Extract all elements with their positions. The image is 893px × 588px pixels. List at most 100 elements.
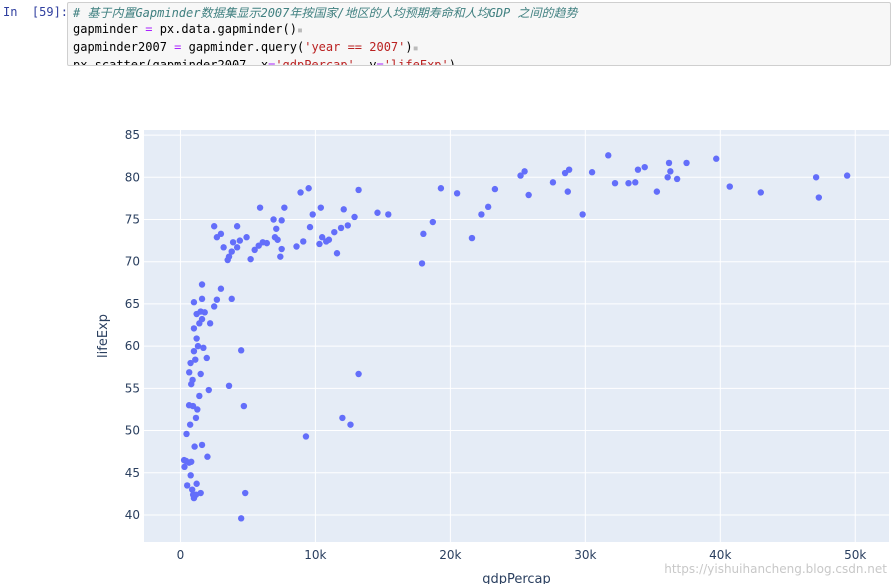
data-point[interactable] bbox=[237, 515, 245, 522]
data-point[interactable] bbox=[355, 186, 362, 194]
data-point[interactable] bbox=[344, 222, 351, 229]
data-point[interactable] bbox=[240, 402, 248, 410]
data-point[interactable] bbox=[281, 204, 288, 211]
data-point[interactable] bbox=[316, 240, 323, 248]
data-point[interactable] bbox=[611, 179, 619, 187]
data-point[interactable] bbox=[331, 228, 338, 236]
data-point[interactable] bbox=[300, 238, 307, 245]
data-point[interactable] bbox=[632, 179, 639, 186]
data-point[interactable] bbox=[189, 376, 196, 384]
data-point[interactable] bbox=[206, 320, 214, 327]
data-point[interactable] bbox=[233, 223, 241, 230]
data-point[interactable] bbox=[491, 185, 499, 193]
data-point[interactable] bbox=[242, 489, 249, 497]
data-point[interactable] bbox=[220, 244, 227, 251]
data-point[interactable] bbox=[634, 166, 642, 173]
data-point[interactable] bbox=[198, 441, 206, 449]
data-point[interactable] bbox=[192, 414, 200, 422]
data-point[interactable] bbox=[812, 174, 820, 181]
code-editor[interactable]: # 基于内置Gapminder数据集显示2007年按国家/地区的人均预期寿命和人… bbox=[67, 2, 891, 66]
data-point[interactable] bbox=[190, 299, 198, 306]
data-point[interactable] bbox=[525, 191, 532, 199]
plot-area[interactable] bbox=[144, 130, 889, 542]
data-point[interactable] bbox=[197, 370, 204, 378]
data-point[interactable] bbox=[191, 443, 198, 450]
data-point[interactable] bbox=[186, 369, 193, 376]
data-point[interactable] bbox=[340, 206, 347, 213]
data-point[interactable] bbox=[588, 169, 596, 176]
data-point[interactable] bbox=[347, 421, 354, 428]
data-point[interactable] bbox=[193, 335, 200, 342]
data-point[interactable] bbox=[815, 194, 823, 201]
data-point[interactable] bbox=[420, 230, 427, 238]
data-point[interactable] bbox=[188, 458, 195, 465]
data-point[interactable] bbox=[355, 370, 362, 378]
data-point[interactable] bbox=[665, 159, 673, 167]
data-point[interactable] bbox=[605, 152, 612, 159]
data-point[interactable] bbox=[196, 392, 203, 400]
data-point[interactable] bbox=[385, 211, 392, 218]
data-point[interactable] bbox=[228, 295, 235, 303]
data-point[interactable] bbox=[309, 211, 316, 218]
data-point[interactable] bbox=[306, 223, 314, 231]
data-point[interactable] bbox=[198, 315, 206, 323]
data-point[interactable] bbox=[565, 166, 573, 173]
data-point[interactable] bbox=[673, 175, 681, 183]
data-point[interactable] bbox=[190, 347, 198, 355]
data-point[interactable] bbox=[194, 342, 202, 350]
data-point[interactable] bbox=[229, 239, 237, 246]
data-point[interactable] bbox=[484, 203, 492, 211]
data-point[interactable] bbox=[236, 237, 244, 244]
data-point[interactable] bbox=[187, 472, 194, 479]
data-point[interactable] bbox=[190, 325, 198, 332]
data-point[interactable] bbox=[653, 188, 661, 195]
data-point[interactable] bbox=[200, 344, 207, 352]
data-point[interactable] bbox=[203, 354, 210, 362]
data-point[interactable] bbox=[198, 295, 206, 303]
data-point[interactable] bbox=[228, 248, 235, 255]
data-point[interactable] bbox=[625, 179, 632, 187]
data-point[interactable] bbox=[201, 309, 208, 316]
data-point[interactable] bbox=[225, 382, 233, 390]
data-point[interactable] bbox=[256, 204, 264, 211]
data-point[interactable] bbox=[263, 239, 271, 247]
data-point[interactable] bbox=[579, 211, 586, 218]
data-point[interactable] bbox=[213, 234, 221, 241]
data-point[interactable] bbox=[183, 430, 190, 438]
data-point[interactable] bbox=[521, 168, 528, 175]
data-point[interactable] bbox=[185, 402, 193, 409]
data-point[interactable] bbox=[664, 174, 671, 181]
data-point[interactable] bbox=[213, 296, 221, 303]
data-point[interactable] bbox=[333, 250, 341, 257]
data-point[interactable] bbox=[549, 179, 557, 186]
data-point[interactable] bbox=[198, 281, 206, 288]
scatter-chart[interactable]: 0 10k 20k 30k 40k 50k 40 45 50 55 60 65 70 75 80 85 gdp… bbox=[0, 68, 893, 587]
data-point[interactable] bbox=[437, 185, 445, 192]
data-point[interactable] bbox=[193, 480, 200, 487]
data-point[interactable] bbox=[210, 223, 218, 230]
data-point[interactable] bbox=[217, 285, 225, 292]
data-point[interactable] bbox=[297, 189, 304, 196]
data-point[interactable] bbox=[757, 189, 764, 196]
data-point[interactable] bbox=[726, 183, 733, 190]
data-point[interactable] bbox=[713, 155, 720, 162]
data-point[interactable] bbox=[277, 253, 284, 260]
data-point[interactable] bbox=[683, 159, 690, 167]
data-point[interactable] bbox=[273, 225, 280, 232]
data-point[interactable] bbox=[233, 244, 241, 251]
data-point[interactable] bbox=[204, 453, 211, 460]
data-point[interactable] bbox=[374, 209, 381, 216]
data-point[interactable] bbox=[351, 213, 358, 221]
data-point[interactable] bbox=[274, 236, 281, 243]
data-point[interactable] bbox=[302, 433, 310, 440]
data-point[interactable] bbox=[453, 190, 461, 197]
data-point[interactable] bbox=[339, 414, 346, 422]
data-point[interactable] bbox=[317, 204, 325, 211]
data-point[interactable] bbox=[667, 168, 674, 175]
data-point[interactable] bbox=[564, 188, 571, 195]
data-point[interactable] bbox=[192, 356, 199, 363]
data-point[interactable] bbox=[468, 234, 476, 242]
data-point[interactable] bbox=[429, 218, 437, 226]
data-point[interactable] bbox=[325, 236, 333, 243]
data-point[interactable] bbox=[190, 494, 198, 502]
